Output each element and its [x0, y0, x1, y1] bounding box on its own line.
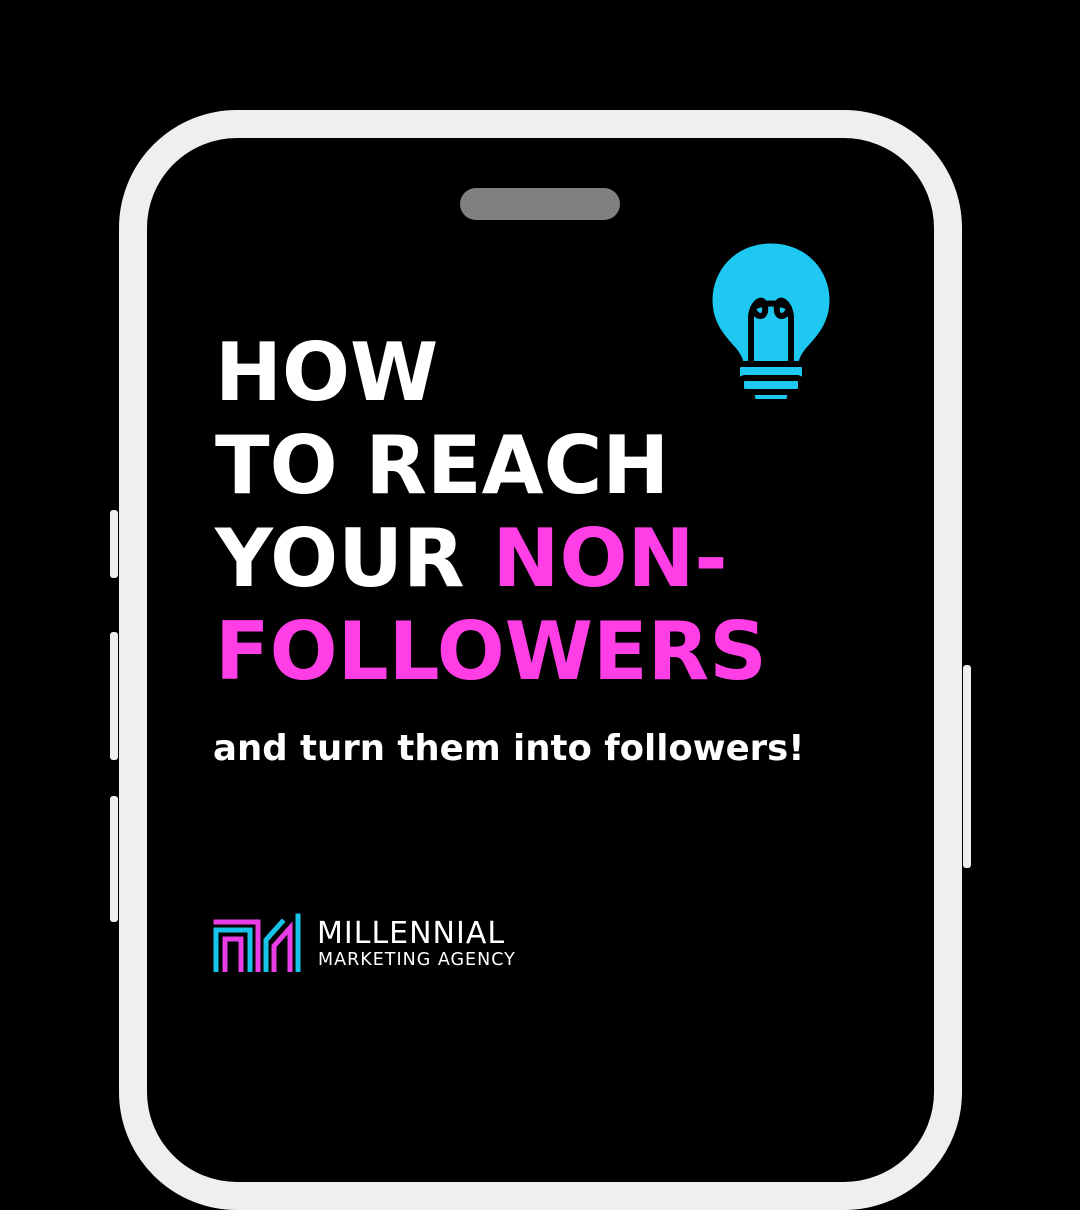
- brand-tagline: MARKETING AGENCY: [318, 950, 516, 970]
- phone-side-button-left-middle: [110, 632, 118, 760]
- phone-notch: [460, 188, 620, 220]
- millennial-m-logo-icon: [213, 913, 301, 972]
- headline: HOW TO REACH YOUR NON- FOLLOWERS: [215, 326, 767, 698]
- headline-line-2: TO REACH: [215, 419, 670, 512]
- headline-line-4-accent: FOLLOWERS: [215, 605, 767, 698]
- brand-logo: MILLENNIAL MARKETING AGENCY: [212, 912, 572, 974]
- phone-side-button-right: [963, 665, 971, 868]
- brand-name: MILLENNIAL: [317, 916, 506, 951]
- headline-line-3-accent: NON-: [492, 512, 728, 605]
- headline-line-3-plain: YOUR: [215, 512, 493, 605]
- headline-line-3: YOUR NON-: [215, 512, 767, 605]
- subheadline: and turn them into followers!: [213, 728, 805, 769]
- phone-side-button-left-top: [110, 510, 118, 578]
- phone-side-button-left-bottom: [110, 796, 118, 922]
- headline-line-1: HOW: [215, 326, 439, 419]
